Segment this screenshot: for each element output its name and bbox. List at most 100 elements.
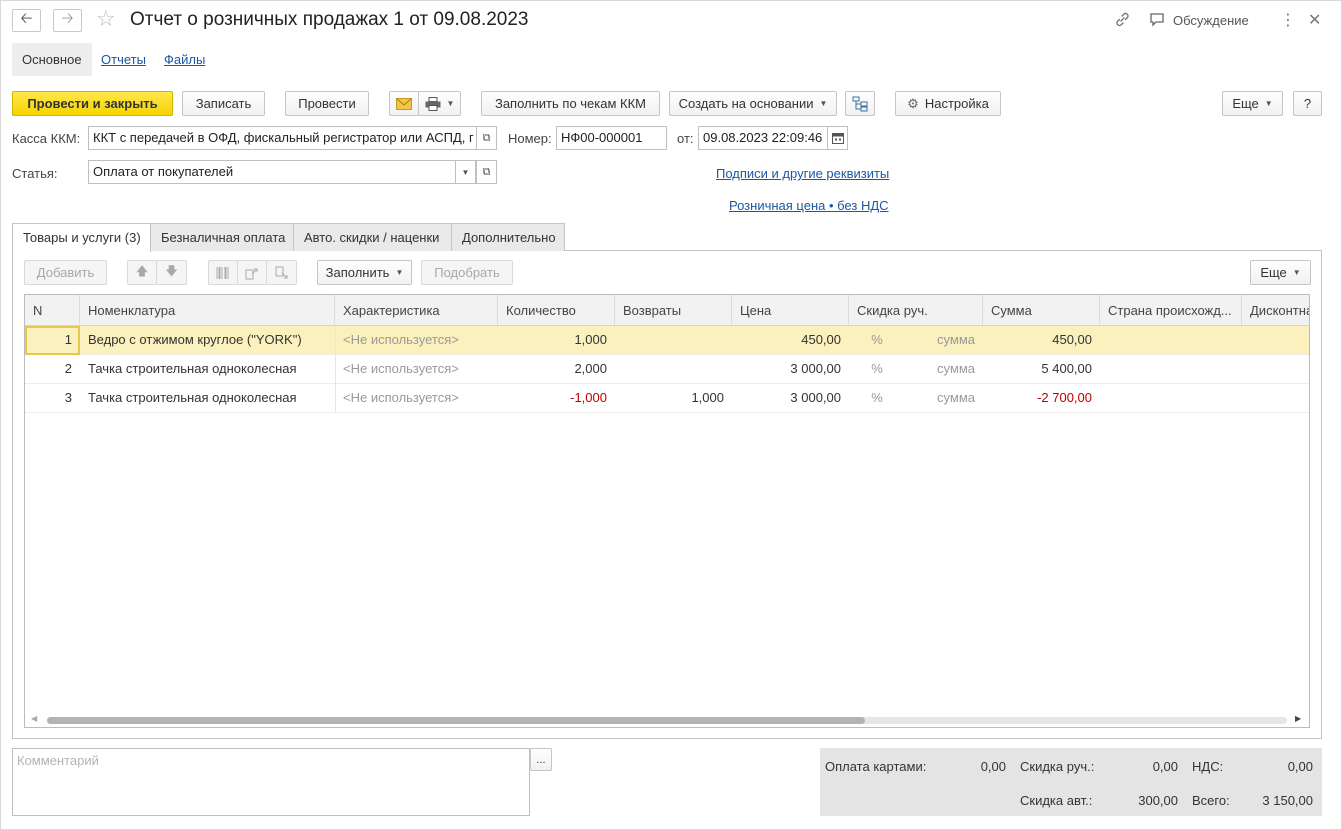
col-quantity[interactable]: Количество xyxy=(498,295,615,326)
table-row[interactable]: 3 Тачка строительная одноколесная <Не ис… xyxy=(25,384,1309,413)
card-payment-value: 0,00 xyxy=(980,759,1006,774)
unload-button[interactable] xyxy=(266,260,297,285)
link-icon[interactable] xyxy=(1114,11,1131,33)
col-manual-discount[interactable]: Скидка руч. xyxy=(849,295,983,326)
number-field[interactable]: НФ00-000001 xyxy=(556,126,667,150)
unload-icon xyxy=(275,266,287,278)
signatures-link[interactable]: Подписи и другие реквизиты xyxy=(716,166,889,181)
section-main[interactable]: Основное xyxy=(12,43,92,76)
col-n[interactable]: N xyxy=(25,295,80,326)
back-button[interactable]: 🡠 xyxy=(12,9,41,32)
post-button[interactable]: Провести xyxy=(285,91,369,116)
structure-button[interactable] xyxy=(845,91,875,116)
table-row[interactable]: 1 Ведро с отжимом круглое ("YORK") <Не и… xyxy=(25,326,1309,355)
cell-nomenclature: Тачка строительная одноколесная xyxy=(88,390,297,405)
manual-discount-label: Скидка руч.: xyxy=(1020,759,1095,774)
cell-discount-percent: % xyxy=(871,361,883,376)
kkm-field[interactable]: ККТ с передачей в ОФД, фискальный регист… xyxy=(88,126,477,150)
settings-button[interactable]: ⚙ Настройка xyxy=(895,91,1001,116)
fill-button[interactable]: Заполнить ▼ xyxy=(317,260,412,285)
date-picker-button[interactable] xyxy=(827,126,848,150)
help-button[interactable]: ? xyxy=(1293,91,1322,116)
cell-characteristic: <Не используется> xyxy=(343,332,459,347)
open-icon: ⧉ xyxy=(482,165,491,178)
col-country[interactable]: Страна происхожд... xyxy=(1100,295,1242,326)
discussion-icon[interactable] xyxy=(1149,12,1165,33)
cell-returns xyxy=(615,355,732,383)
col-discount-card[interactable]: Дисконтна xyxy=(1242,295,1309,326)
comment-expand-button[interactable]: ... xyxy=(530,748,552,771)
kkm-open-button[interactable]: ⧉ xyxy=(476,126,497,150)
add-row-button[interactable]: Добавить xyxy=(24,260,107,285)
auto-discount-value: 300,00 xyxy=(1138,793,1178,808)
cell-characteristic: <Не используется> xyxy=(343,361,459,376)
cell-sum: 5 400,00 xyxy=(1041,361,1092,376)
pick-button[interactable]: Подобрать xyxy=(421,260,513,285)
tab-goods[interactable]: Товары и услуги (3) xyxy=(12,223,151,252)
move-up-button[interactable]: 🡅 xyxy=(127,260,157,285)
save-button[interactable]: Записать xyxy=(182,91,265,116)
card-payment-label: Оплата картами: xyxy=(825,759,927,774)
cell-quantity: 2,000 xyxy=(574,361,607,376)
chevron-down-icon: ▼ xyxy=(461,167,470,177)
cell-price: 3 000,00 xyxy=(790,361,841,376)
col-sum[interactable]: Сумма xyxy=(983,295,1100,326)
cell-characteristic: <Не используется> xyxy=(343,390,459,405)
article-field[interactable]: Оплата от покупателей xyxy=(88,160,456,184)
horizontal-scrollbar[interactable]: ◀ ▶ xyxy=(25,713,1309,727)
cell-n: 1 xyxy=(64,332,72,347)
auto-discount-label: Скидка авт.: xyxy=(1020,793,1093,808)
section-files[interactable]: Файлы xyxy=(154,43,215,76)
calendar-icon xyxy=(831,133,844,144)
col-returns[interactable]: Возвраты xyxy=(615,295,732,326)
scrollbar-thumb[interactable] xyxy=(47,717,865,724)
more-vertical-icon[interactable]: ⋮ xyxy=(1280,10,1296,30)
goods-table[interactable]: N Номенклатура Характеристика Количество… xyxy=(24,294,1310,728)
barcode-button[interactable] xyxy=(208,260,238,285)
forward-button[interactable]: 🡢 xyxy=(53,9,82,32)
forward-arrow-icon: 🡢 xyxy=(61,10,74,27)
retail-price-link[interactable]: Розничная цена • без НДС xyxy=(729,198,889,213)
totals-panel: Оплата картами: 0,00 Скидка руч.: 0,00 Н… xyxy=(820,748,1322,816)
open-icon: ⧉ xyxy=(482,131,491,144)
comment-field[interactable]: Комментарий xyxy=(12,748,530,816)
move-down-button[interactable]: 🡇 xyxy=(156,260,187,285)
total-value: 3 150,00 xyxy=(1262,793,1313,808)
print-button[interactable]: ▼ xyxy=(418,91,461,116)
create-based-label: Создать на основании xyxy=(678,96,814,111)
article-dropdown-button[interactable]: ▼ xyxy=(455,160,476,184)
load-button[interactable] xyxy=(237,260,267,285)
manual-discount-value: 0,00 xyxy=(1152,759,1178,774)
cell-price: 450,00 xyxy=(801,332,841,347)
cell-returns xyxy=(615,326,732,354)
cell-discount-sum: сумма xyxy=(937,332,975,347)
tab-auto-discounts[interactable]: Авто. скидки / наценки xyxy=(293,223,452,251)
more-button[interactable]: Еще ▼ xyxy=(1222,91,1283,116)
cell-price: 3 000,00 xyxy=(790,390,841,405)
post-and-close-button[interactable]: Провести и закрыть xyxy=(12,91,173,116)
scroll-left-icon[interactable]: ◀ xyxy=(31,714,37,723)
star-icon[interactable]: ☆ xyxy=(96,8,116,30)
cell-discount-percent: % xyxy=(871,332,883,347)
structure-icon xyxy=(852,96,868,111)
col-price[interactable]: Цена xyxy=(732,295,849,326)
discussion-button[interactable]: Обсуждение xyxy=(1173,13,1249,28)
fill-by-kkm-button[interactable]: Заполнить по чекам ККМ xyxy=(481,91,660,116)
tab-additional[interactable]: Дополнительно xyxy=(451,223,565,251)
article-open-button[interactable]: ⧉ xyxy=(476,160,497,184)
section-reports[interactable]: Отчеты xyxy=(91,43,156,76)
date-label: от: xyxy=(677,131,694,146)
table-more-button[interactable]: Еще ▼ xyxy=(1250,260,1311,285)
table-row[interactable]: 2 Тачка строительная одноколесная <Не ис… xyxy=(25,355,1309,384)
email-button[interactable] xyxy=(389,91,419,116)
number-label: Номер: xyxy=(508,131,552,146)
create-based-button[interactable]: Создать на основании ▼ xyxy=(669,91,837,116)
col-characteristic[interactable]: Характеристика xyxy=(335,295,498,326)
col-nomenclature[interactable]: Номенклатура xyxy=(80,295,335,326)
back-arrow-icon: 🡠 xyxy=(20,10,33,27)
scroll-right-icon[interactable]: ▶ xyxy=(1295,714,1301,723)
close-icon[interactable]: ✕ xyxy=(1308,10,1321,30)
cell-discount-sum: сумма xyxy=(937,361,975,376)
tab-cashless[interactable]: Безналичная оплата xyxy=(150,223,294,251)
date-field[interactable]: 09.08.2023 22:09:46 xyxy=(698,126,828,150)
